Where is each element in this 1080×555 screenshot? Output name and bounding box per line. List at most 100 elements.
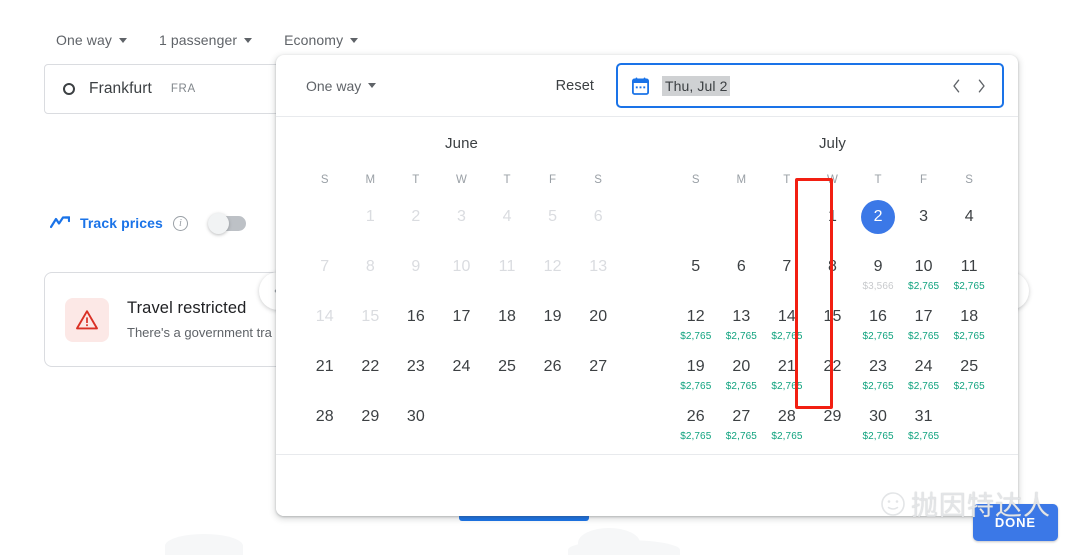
cabin-class-dropdown[interactable]: Economy [284,28,368,52]
month-title: July [818,135,847,152]
day-number: 8 [365,258,375,275]
calendar-day-june-28[interactable]: 28 [302,394,348,444]
calendar-day-july-2[interactable]: 2 [855,194,901,244]
calendar-day-july-29[interactable]: 29 [810,394,856,444]
calendar-day-july-12[interactable]: 12 $2,765 [673,294,719,344]
calendar-day-july-10[interactable]: 10 $2,765 [901,244,947,294]
chevron-down-icon [118,37,127,43]
calendar-day-june-17[interactable]: 17 [439,294,485,344]
calendar-day-july-30[interactable]: 30 $2,765 [855,394,901,444]
calendar-day-june-21[interactable]: 21 [302,344,348,394]
calendar-day-june-10: 10 [439,244,485,294]
day-price: $2,765 [908,431,940,442]
calendar-day-july-28[interactable]: 28 $2,765 [764,394,810,444]
chevron-right-icon[interactable] [977,79,986,93]
day-number: 5 [691,258,701,275]
calendar-day-july-14[interactable]: 14 $2,765 [764,294,810,344]
calendar-week-row: 5 6 7 8 9 $3,566 10 $2,765 11 $2,765 [673,244,992,294]
day-number: 14 [315,308,334,325]
day-number: 29 [823,408,842,425]
calendar-day-july-27[interactable]: 27 $2,765 [719,394,765,444]
calendar-day-june-18[interactable]: 18 [484,294,530,344]
calendar-day-july-13[interactable]: 13 $2,765 [719,294,765,344]
calendar-day-july-9[interactable]: 9 $3,566 [855,244,901,294]
watermark: 抛因特达人 [880,484,1051,523]
cabin-class-label: Economy [284,32,344,48]
calendar-empty-cell [484,394,530,444]
calendar-day-june-29[interactable]: 29 [348,394,394,444]
calendar-day-july-1[interactable]: 1 [810,194,856,244]
calendar-empty-cell [764,194,810,244]
calendar-day-june-5: 5 [530,194,576,244]
day-price: $2,765 [680,381,712,392]
day-of-week-1: M [736,174,747,186]
calendar-day-july-8[interactable]: 8 [810,244,856,294]
calendar-day-july-5[interactable]: 5 [673,244,719,294]
calendar-day-july-21[interactable]: 21 $2,765 [764,344,810,394]
calendar-day-july-25[interactable]: 25 $2,765 [946,344,992,394]
calendar-day-july-31[interactable]: 31 $2,765 [901,394,947,444]
origin-ring-icon [63,83,75,95]
dialog-trip-type-dropdown[interactable]: One way [306,78,377,94]
reset-button[interactable]: Reset [556,78,594,94]
calendar-day-july-11[interactable]: 11 $2,765 [946,244,992,294]
day-number: 26 [543,358,562,375]
calendar-day-june-23[interactable]: 23 [393,344,439,394]
track-prices-row: Track prices i [50,212,246,234]
day-number: 15 [361,308,380,325]
track-prices-toggle[interactable] [207,212,246,234]
chevron-left-icon[interactable] [952,79,961,93]
calendar-week-row: 1 2 3 4 5 6 [302,194,621,244]
passengers-dropdown[interactable]: 1 passenger [159,28,262,52]
calendar-day-july-3[interactable]: 3 [901,194,947,244]
track-prices-label: Track prices [80,215,163,231]
day-number: 1 [827,208,837,225]
day-number: 16 [869,308,888,325]
search-options-bar: One way 1 passenger Economy [56,28,390,52]
calendar-day-july-20[interactable]: 20 $2,765 [719,344,765,394]
calendar-day-june-19[interactable]: 19 [530,294,576,344]
calendar-day-july-6[interactable]: 6 [719,244,765,294]
calendar-body: June SMTWTFS 1 2 3 4 5 6 7 8 9 10 11 12 13 14 15 16 17 18… [276,117,1018,454]
calendar-day-july-18[interactable]: 18 $2,765 [946,294,992,344]
calendar-week-row: 7 8 9 10 11 12 13 [302,244,621,294]
calendar-day-july-7[interactable]: 7 [764,244,810,294]
departure-date-field[interactable]: Thu, Jul 2 [616,63,1004,108]
month-title: June [445,135,478,152]
day-price: $2,765 [953,381,985,392]
day-price: $2,765 [862,331,894,342]
trip-type-dropdown[interactable]: One way [56,28,137,52]
calendar-day-july-19[interactable]: 19 $2,765 [673,344,719,394]
info-icon[interactable]: i [172,215,188,231]
calendar-day-june-27[interactable]: 27 [575,344,621,394]
day-number: 18 [498,308,517,325]
calendar-day-july-22[interactable]: 22 [810,344,856,394]
calendar-day-june-26[interactable]: 26 [530,344,576,394]
day-price: $2,765 [771,331,803,342]
calendar-day-july-16[interactable]: 16 $2,765 [855,294,901,344]
calendar-day-july-4[interactable]: 4 [946,194,992,244]
calendar-day-june-6: 6 [575,194,621,244]
day-of-week-1: M [365,174,376,186]
day-number: 11 [498,258,516,275]
calendar-day-july-26[interactable]: 26 $2,765 [673,394,719,444]
day-number: 20 [732,358,751,375]
day-number: 8 [827,258,837,275]
day-number: 27 [589,358,608,375]
day-number: 5 [548,208,558,225]
calendar-day-june-24[interactable]: 24 [439,344,485,394]
calendar-empty-cell [439,394,485,444]
calendar-day-june-30[interactable]: 30 [393,394,439,444]
calendar-day-july-23[interactable]: 23 $2,765 [855,344,901,394]
calendar-day-july-17[interactable]: 17 $2,765 [901,294,947,344]
calendar-day-june-22[interactable]: 22 [348,344,394,394]
calendar-day-june-25[interactable]: 25 [484,344,530,394]
toggle-knob [207,212,229,234]
calendar-day-july-15[interactable]: 15 [810,294,856,344]
warning-triangle-icon [76,309,98,329]
calendar-day-june-20[interactable]: 20 [575,294,621,344]
smiley-face-icon [881,491,905,516]
calendar-day-july-24[interactable]: 24 $2,765 [901,344,947,394]
calendar-day-june-16[interactable]: 16 [393,294,439,344]
calendar-empty-cell [719,194,765,244]
